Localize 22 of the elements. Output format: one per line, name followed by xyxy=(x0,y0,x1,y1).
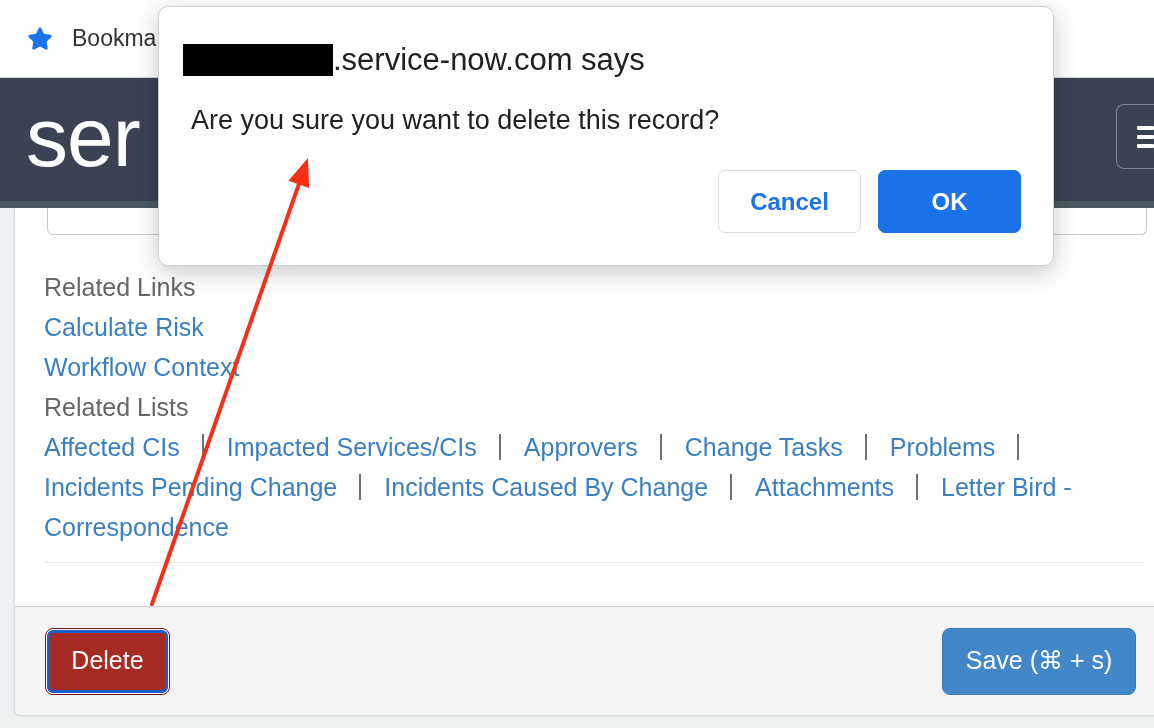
ok-button[interactable]: OK xyxy=(878,170,1021,233)
save-button[interactable]: Save (⌘ + s) xyxy=(942,627,1136,695)
related-list-link[interactable]: Problems xyxy=(889,427,996,467)
related-list-link[interactable]: Approvers xyxy=(523,427,638,467)
related-list-link[interactable]: Change Tasks xyxy=(684,427,843,467)
menu-icon xyxy=(1137,124,1154,149)
related-list-link[interactable]: Incidents Caused By Change xyxy=(384,467,709,507)
section-heading: Related Links xyxy=(44,272,196,303)
related-list-link[interactable]: Letter Bird - xyxy=(941,467,1072,507)
related-list-link[interactable]: Impacted Services/CIs xyxy=(226,427,477,467)
cancel-button[interactable]: Cancel xyxy=(718,170,861,233)
bookmark-item[interactable]: Bookma xyxy=(27,21,157,56)
related-link[interactable]: Calculate Risk xyxy=(44,307,204,347)
delete-button[interactable]: Delete xyxy=(45,627,170,695)
related-list-link[interactable]: Affected CIs xyxy=(44,427,180,467)
star-icon xyxy=(27,25,53,52)
section-heading: Related Lists xyxy=(44,392,189,423)
dialog-title: .service-now.com says xyxy=(333,43,645,77)
menu-button[interactable] xyxy=(1116,104,1154,169)
related-list-link[interactable]: Attachments xyxy=(755,467,895,507)
logo: ser xyxy=(26,94,140,179)
dialog-message: Are you sure you want to delete this record? xyxy=(191,105,720,135)
